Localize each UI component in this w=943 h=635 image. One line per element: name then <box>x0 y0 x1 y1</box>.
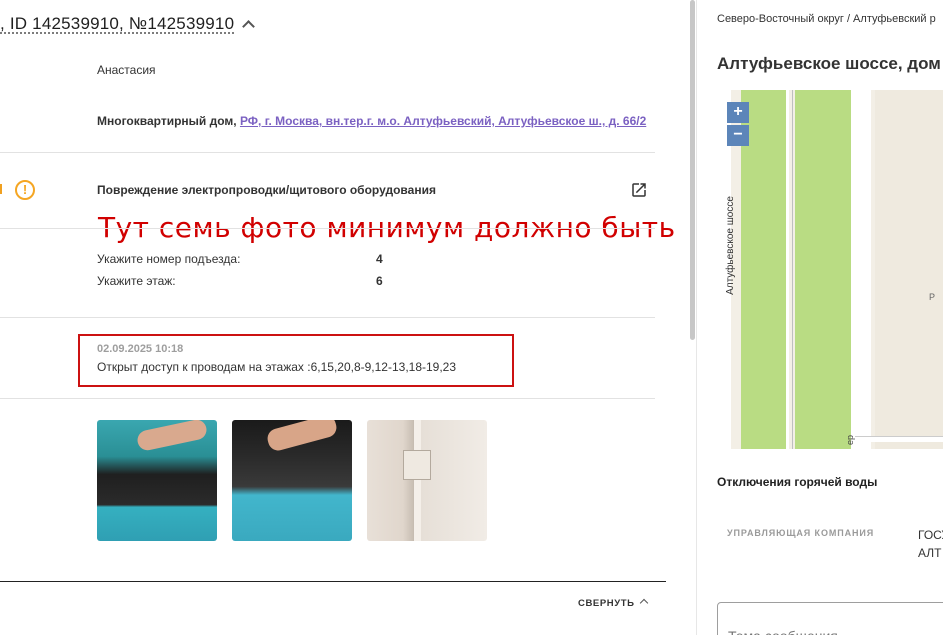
ticket-title: , ID 142539910, №142539910 <box>0 14 235 33</box>
map-lane-label: ер <box>845 434 856 446</box>
collapse-button[interactable]: СВЕРНУТЬ <box>578 598 648 609</box>
map-street-label: Алтуфьевское шоссе <box>724 196 736 295</box>
street-title: Алтуфьевское шоссе, дом <box>717 54 941 73</box>
photo-thumbnail[interactable] <box>232 420 352 541</box>
company-value: ГОСУ <box>918 528 943 542</box>
open-external-icon[interactable] <box>630 181 648 199</box>
photo-thumbnail[interactable] <box>97 420 217 541</box>
address-link[interactable]: РФ, г. Москва, вн.тер.г. м.о. Алтуфьевск… <box>240 114 646 128</box>
warning-icon: ! <box>15 180 35 200</box>
breadcrumb[interactable]: Северо-Восточный округ / Алтуфьевский р <box>717 13 936 25</box>
collapse-label: СВЕРНУТЬ <box>578 598 635 609</box>
divider <box>0 317 655 318</box>
warning-marker <box>0 184 3 194</box>
message-topic-input[interactable] <box>717 602 943 635</box>
map-zoom-controls: + − <box>727 102 749 146</box>
comment-text: Открыт доступ к проводам на этажах :6,15… <box>97 360 457 374</box>
comment-date: 02.09.2025 10:18 <box>97 343 184 355</box>
ticket-header[interactable]: , ID 142539910, №142539910 <box>0 14 256 34</box>
problem-category: Повреждение электропроводки/щитового обо… <box>97 183 436 197</box>
location-panel: Северо-Восточный округ / Алтуфьевский р … <box>697 0 943 635</box>
floor-value: 6 <box>376 274 383 288</box>
company-label: УПРАВЛЯЮЩАЯ КОМПАНИЯ <box>727 528 875 538</box>
parking-icon: P <box>929 292 936 302</box>
divider <box>0 398 655 399</box>
ticket-panel: , ID 142539910, №142539910 Анастасия Мно… <box>0 0 680 635</box>
floor-label: Укажите этаж: <box>97 274 176 288</box>
zoom-out-button[interactable]: − <box>727 125 749 146</box>
section-divider <box>0 581 666 582</box>
author-name: Анастасия <box>97 63 156 77</box>
photo-thumbnail[interactable] <box>367 420 487 541</box>
object-address: Многоквартирный дом, РФ, г. Москва, вн.т… <box>97 114 646 128</box>
outage-title: Отключения горячей воды <box>717 475 878 489</box>
scrollbar[interactable] <box>690 0 695 340</box>
chevron-up-icon <box>639 598 648 608</box>
zoom-in-button[interactable]: + <box>727 102 749 123</box>
chevron-up-icon[interactable] <box>242 20 256 33</box>
entrance-value: 4 <box>376 252 383 266</box>
object-type: Многоквартирный дом, <box>97 114 240 128</box>
entrance-label: Укажите номер подъезда: <box>97 252 241 266</box>
divider <box>0 152 655 153</box>
company-value: АЛТ <box>918 546 942 560</box>
map[interactable]: Алтуфьевское шоссе P ер + − <box>717 90 943 449</box>
divider <box>0 228 655 229</box>
